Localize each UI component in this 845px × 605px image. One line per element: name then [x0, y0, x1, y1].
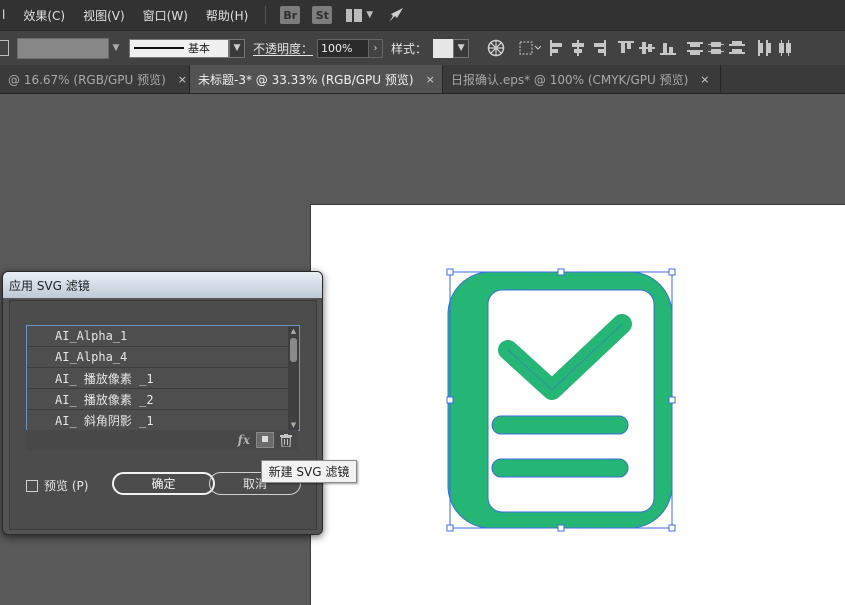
opacity-label[interactable]: 不透明度： — [253, 40, 313, 57]
checkmark-icon[interactable] — [498, 314, 632, 400]
align-bottom-icon[interactable] — [660, 40, 677, 56]
fill-checkbox-partial[interactable] — [0, 40, 9, 56]
graphic-style-swatch[interactable] — [433, 38, 454, 58]
edit-filter-button[interactable]: fx — [238, 433, 250, 447]
stroke-color-swatch[interactable] — [17, 37, 109, 59]
chevron-down-icon[interactable]: ▼ — [109, 39, 123, 58]
tab-document-1[interactable]: @ 16.67% (RGB/GPU 预览) × — [0, 65, 190, 93]
close-icon[interactable]: × — [700, 73, 709, 86]
list-item[interactable]: AI_ 播放像素 _1 — [27, 368, 299, 389]
checkbox-box[interactable] — [26, 479, 38, 492]
tooltip: 新建 SVG 滤镜 — [261, 460, 357, 483]
graphic-style-dropdown[interactable]: ▼ — [453, 38, 470, 58]
apply-svg-filter-dialog: 应用 SVG 滤镜 AI_Alpha_1 AI_Alpha_4 AI_ 播放像素… — [2, 271, 323, 535]
menu-item-help[interactable]: 帮助(H) — [197, 7, 257, 24]
align-horizontal-center-icon[interactable] — [570, 40, 586, 56]
align-vertical-center-icon[interactable] — [639, 40, 656, 56]
preview-label: 预览 (P) — [44, 479, 89, 493]
list-scrollbar[interactable]: ▲ ▼ — [288, 326, 299, 430]
align-buttons — [549, 40, 793, 56]
stroke-style-label: 基本 — [188, 42, 210, 55]
scroll-down-icon[interactable]: ▼ — [288, 420, 299, 430]
workspace-layout-icon[interactable] — [346, 8, 363, 22]
tab-label: 日报确认.eps* @ 100% (CMYK/GPU 预览) — [451, 72, 689, 87]
dialog-body: AI_Alpha_1 AI_Alpha_4 AI_ 播放像素 _1 AI_ 播放… — [9, 300, 317, 530]
distribute-bottom-icon[interactable] — [729, 40, 746, 56]
list-item[interactable]: AI_ 播放像素 _2 — [27, 389, 299, 410]
document-tab-bar: @ 16.67% (RGB/GPU 预览) × 未标题-3* @ 33.33% … — [0, 65, 845, 94]
align-to-selection-icon[interactable] — [519, 40, 542, 56]
tab-label: 未标题-3* @ 33.33% (RGB/GPU 预览) — [198, 72, 414, 87]
opacity-input[interactable]: 100% — [317, 38, 370, 58]
stroke-style-dropdown[interactable]: ▼ — [229, 38, 245, 58]
menu-bar: l 效果(C) 视图(V) 窗口(W) 帮助(H) Br St ▼ — [0, 0, 845, 30]
scroll-thumb[interactable] — [290, 338, 297, 362]
menu-item-effect[interactable]: 效果(C) — [14, 7, 74, 24]
distribute-horizontal-center-icon[interactable] — [777, 40, 793, 56]
distribute-left-icon[interactable] — [756, 40, 772, 56]
clipboard-frame[interactable] — [447, 271, 673, 529]
dialog-title[interactable]: 应用 SVG 滤镜 — [3, 272, 322, 298]
selected-artwork[interactable] — [440, 262, 680, 538]
menu-separator — [265, 6, 267, 24]
preview-checkbox[interactable]: 预览 (P) — [26, 477, 88, 494]
align-top-icon[interactable] — [618, 40, 635, 56]
stroke-profile-field[interactable]: 基本 — [129, 38, 229, 58]
recolor-artwork-icon[interactable] — [487, 39, 505, 57]
ok-button[interactable]: 确定 — [112, 472, 215, 495]
scroll-up-icon[interactable]: ▲ — [288, 326, 299, 336]
menu-item-partial[interactable]: l — [0, 8, 14, 22]
menu-item-view[interactable]: 视图(V) — [74, 7, 134, 24]
line-1[interactable] — [491, 415, 629, 435]
tab-label: @ 16.67% (RGB/GPU 预览) — [8, 72, 166, 87]
align-left-icon[interactable] — [549, 40, 565, 56]
stroke-line-preview — [134, 47, 184, 49]
distribute-top-icon[interactable] — [687, 40, 704, 56]
svg-filter-list[interactable]: AI_Alpha_1 AI_Alpha_4 AI_ 播放像素 _1 AI_ 播放… — [26, 325, 300, 431]
stock-button[interactable]: St — [312, 6, 333, 24]
distribute-vertical-center-icon[interactable] — [708, 40, 725, 56]
trash-icon[interactable] — [280, 433, 292, 447]
list-item[interactable]: AI_Alpha_4 — [27, 347, 299, 368]
gpu-performance-icon[interactable] — [387, 6, 405, 24]
close-icon[interactable]: × — [178, 73, 187, 86]
opacity-arrow-button[interactable]: › — [369, 38, 384, 58]
line-2[interactable] — [491, 458, 629, 478]
style-label: 样式： — [391, 41, 428, 56]
control-bar: ▼ 基本 ▼ 不透明度： 100% › 样式： ▼ — [0, 30, 845, 66]
tab-document-3[interactable]: 日报确认.eps* @ 100% (CMYK/GPU 预览) × — [443, 65, 721, 93]
new-filter-icon[interactable] — [256, 432, 274, 448]
list-item[interactable]: AI_Alpha_1 — [27, 326, 299, 347]
bridge-button[interactable]: Br — [280, 6, 301, 24]
chevron-down-icon[interactable]: ▼ — [366, 10, 373, 20]
menu-item-window[interactable]: 窗口(W) — [134, 7, 197, 24]
filter-list-toolbar: fx — [26, 430, 298, 450]
list-item[interactable]: AI_ 斜角阴影 _1 — [27, 410, 299, 430]
tab-document-active[interactable]: 未标题-3* @ 33.33% (RGB/GPU 预览) × — [190, 65, 443, 93]
align-right-icon[interactable] — [591, 40, 607, 56]
close-icon[interactable]: × — [426, 73, 435, 86]
